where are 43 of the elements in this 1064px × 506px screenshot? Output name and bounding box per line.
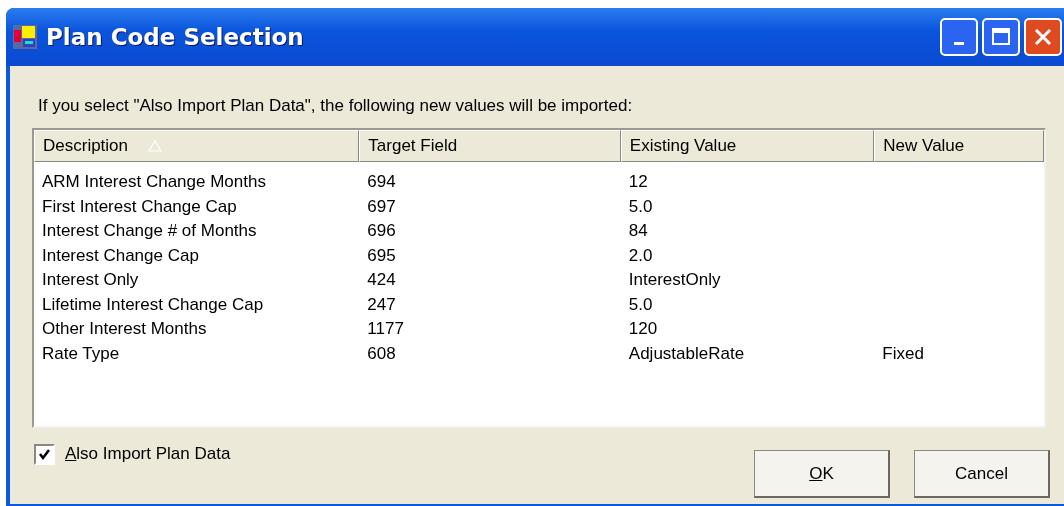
table-cell: 1177	[367, 319, 404, 339]
table-cell: AdjustableRate	[628, 343, 745, 363]
minimize-icon	[954, 41, 964, 45]
column-header[interactable]: Description	[34, 130, 360, 162]
info-message: If you select "Also Import Plan Data", the following new values will be imported:	[37, 96, 634, 116]
table-cell: Other Interest Months	[42, 319, 207, 339]
table-cell: 5.0	[628, 294, 653, 314]
table-cell: InterestOnly	[628, 270, 721, 290]
maximize-button[interactable]	[982, 18, 1020, 56]
table-cell: 697	[367, 196, 396, 216]
column-header[interactable]: Existing Value	[620, 130, 875, 162]
table-cell: 120	[628, 319, 658, 339]
dialog-button[interactable]: Cancel	[914, 450, 1050, 498]
checkbox-label[interactable]: Also Import Plan Data	[65, 444, 231, 464]
column-header[interactable]: New Value	[874, 130, 1044, 162]
close-icon	[1033, 27, 1053, 47]
table-cell: 424	[367, 270, 396, 290]
table-cell: 5.0	[628, 196, 653, 216]
minimize-button[interactable]	[940, 18, 978, 56]
checkmark-icon	[38, 447, 51, 461]
table-cell: 694	[367, 172, 396, 192]
table-cell: Interest Only	[42, 270, 139, 290]
table-cell: Lifetime Interest Change Cap	[42, 294, 264, 314]
table-cell: Rate Type	[42, 343, 120, 363]
table-cell: Interest Change Cap	[42, 245, 199, 265]
table-cell: 695	[367, 245, 396, 265]
table-cell: Interest Change # of Months	[42, 221, 257, 241]
maximize-icon	[991, 27, 1011, 47]
column-header[interactable]: Target Field	[359, 130, 621, 162]
table-cell: 247	[367, 294, 396, 314]
table-cell: 2.0	[628, 245, 653, 265]
table-cell: ARM Interest Change Months	[42, 172, 266, 192]
table-cell: 12	[628, 172, 648, 192]
dialog-button[interactable]: OK	[754, 450, 890, 498]
table-cell: 608	[367, 343, 396, 363]
table-cell: 696	[367, 221, 396, 241]
close-button[interactable]	[1024, 18, 1062, 56]
table-cell: First Interest Change Cap	[42, 196, 237, 216]
app-icon	[12, 24, 38, 50]
table-cell: Fixed	[882, 343, 924, 363]
checkbox[interactable]	[34, 443, 55, 465]
table-cell: 84	[628, 221, 648, 241]
window-title: Plan Code Selection	[46, 24, 305, 50]
